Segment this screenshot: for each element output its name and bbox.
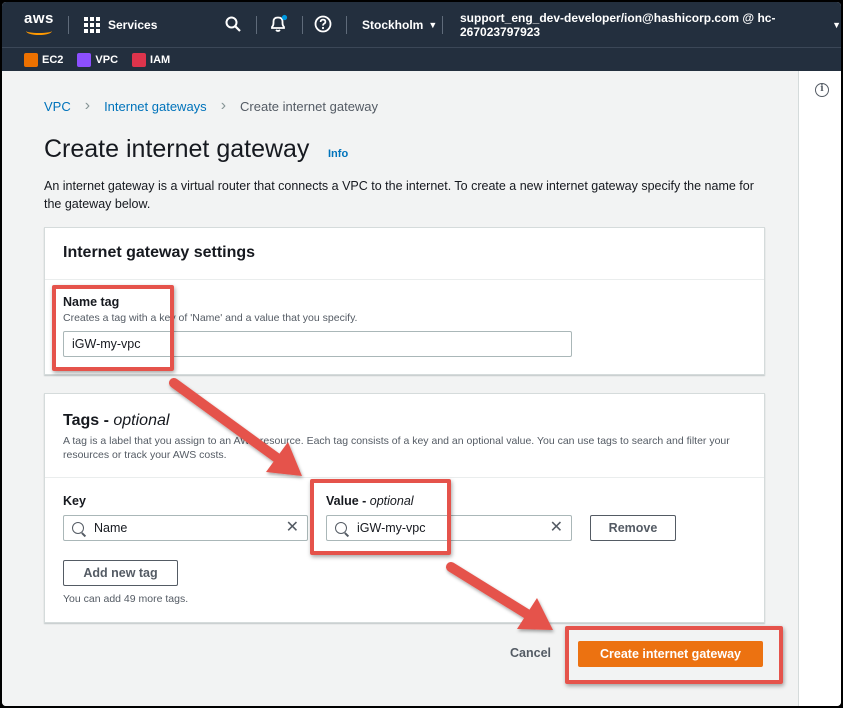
favorite-ec2[interactable]: EC2 xyxy=(24,52,64,67)
help-icon[interactable] xyxy=(313,14,333,34)
main-content: VPC › Internet gateways › Create interne… xyxy=(2,71,798,706)
tags-title: Tags - xyxy=(63,412,114,429)
settings-header: Internet gateway settings xyxy=(45,228,764,280)
nav-divider xyxy=(346,16,347,34)
favorite-iam[interactable]: IAM xyxy=(132,52,171,67)
search-icon[interactable] xyxy=(223,14,243,34)
grid-icon xyxy=(84,16,100,33)
window-frame: aws Services Stockholm ▼ support_eng_dev xyxy=(0,0,843,708)
search-icon xyxy=(335,522,347,534)
right-rail: i xyxy=(798,71,841,706)
caret-down-icon: ▼ xyxy=(428,19,438,30)
tag-key-value: Name xyxy=(94,521,128,535)
favorite-label: VPC xyxy=(95,53,119,66)
nav-divider xyxy=(442,16,443,34)
aws-logo-text: aws xyxy=(24,10,54,27)
chevron-right-icon: › xyxy=(84,97,91,114)
tags-remaining: You can add 49 more tags. xyxy=(63,593,189,605)
tag-key-input[interactable]: Name ✕ xyxy=(63,515,308,541)
page-description: An internet gateway is a virtual router … xyxy=(44,179,754,211)
name-tag-value: iGW-my-vpc xyxy=(72,337,141,351)
breadcrumb: VPC › Internet gateways › Create interne… xyxy=(44,97,378,115)
name-tag-hint: Creates a tag with a key of 'Name' and a… xyxy=(63,312,358,324)
tag-value-value: iGW-my-vpc xyxy=(357,521,426,535)
top-navigation: aws Services Stockholm ▼ support_eng_dev xyxy=(2,2,841,47)
nav-divider xyxy=(302,16,303,34)
page-title: Create internet gateway xyxy=(44,135,310,163)
services-label: Services xyxy=(108,17,158,32)
favorite-vpc[interactable]: VPC xyxy=(77,52,119,67)
tags-panel: Tags - optional A tag is a label that yo… xyxy=(44,393,765,623)
bell-icon[interactable] xyxy=(268,14,288,34)
breadcrumb-internet-gateways[interactable]: Internet gateways xyxy=(104,99,207,114)
chevron-right-icon: › xyxy=(220,97,227,114)
region-label: Stockholm xyxy=(362,17,424,32)
value-label-text: Value - xyxy=(326,494,370,508)
aws-smile-icon xyxy=(26,27,52,35)
gateway-settings-panel: Internet gateway settings Name tag Creat… xyxy=(44,227,765,375)
name-tag-input[interactable]: iGW-my-vpc xyxy=(63,331,572,357)
ec2-icon xyxy=(24,52,38,67)
tags-optional: optional xyxy=(113,412,170,429)
account-menu[interactable]: support_eng_dev-developer/ion@hashicorp.… xyxy=(460,2,841,47)
favorite-label: EC2 xyxy=(42,53,64,66)
breadcrumb-vpc[interactable]: VPC xyxy=(44,99,71,114)
breadcrumb-current: Create internet gateway xyxy=(240,98,379,114)
add-new-tag-button[interactable]: Add new tag xyxy=(63,560,178,586)
info-panel-icon[interactable]: i xyxy=(815,83,829,97)
name-tag-label: Name tag xyxy=(63,295,120,309)
tag-value-input[interactable]: iGW-my-vpc ✕ xyxy=(326,515,572,541)
info-link[interactable]: Info xyxy=(328,148,348,160)
nav-divider xyxy=(68,16,69,34)
favorites-bar: EC2 VPC IAM xyxy=(2,47,841,71)
vpc-icon xyxy=(77,52,92,67)
value-optional: optional xyxy=(369,494,414,508)
cancel-button[interactable]: Cancel xyxy=(510,646,551,660)
key-label: Key xyxy=(63,494,86,508)
caret-down-icon: ▼ xyxy=(832,19,841,30)
close-icon[interactable]: ✕ xyxy=(286,520,299,536)
region-selector[interactable]: Stockholm ▼ xyxy=(362,2,437,47)
aws-logo[interactable]: aws xyxy=(24,10,58,38)
create-internet-gateway-button[interactable]: Create internet gateway xyxy=(578,641,763,667)
close-icon[interactable]: ✕ xyxy=(550,520,563,536)
favorite-label: IAM xyxy=(150,53,171,66)
iam-icon xyxy=(132,52,147,67)
value-label: Value - optional xyxy=(326,494,414,508)
account-label: support_eng_dev-developer/ion@hashicorp.… xyxy=(460,10,776,39)
search-icon xyxy=(72,522,84,534)
services-menu[interactable]: Services xyxy=(84,2,157,47)
remove-tag-button[interactable]: Remove xyxy=(590,515,676,541)
tags-header: Tags - optional A tag is a label that yo… xyxy=(45,394,764,478)
nav-divider xyxy=(256,16,257,34)
tags-description: A tag is a label that you assign to an A… xyxy=(63,435,730,461)
